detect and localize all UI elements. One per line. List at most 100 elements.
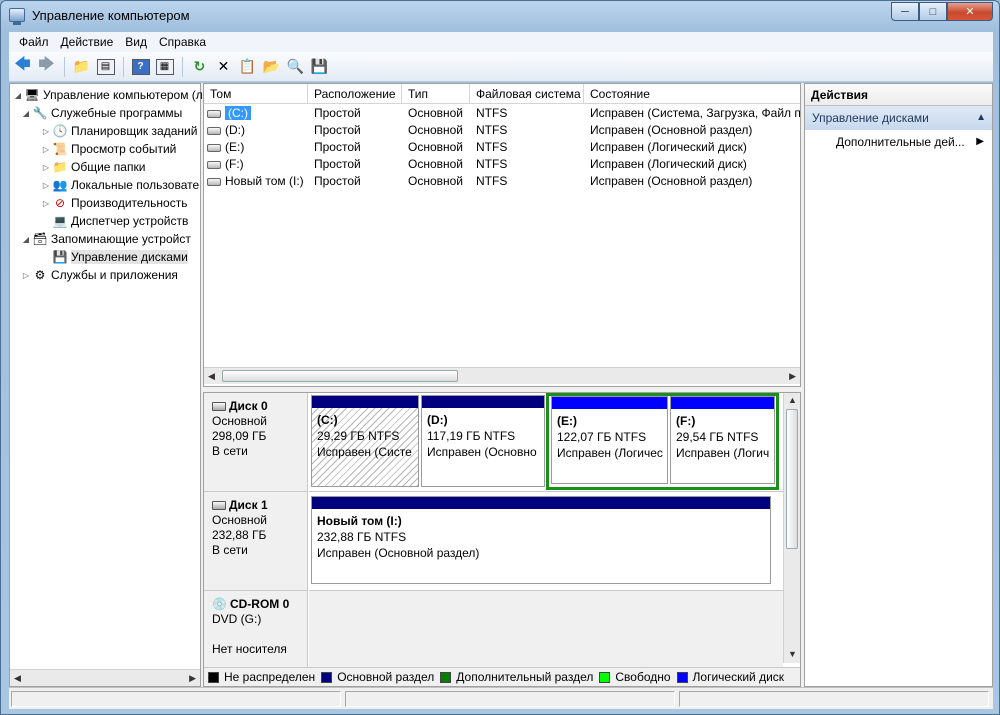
menu-view[interactable]: Вид bbox=[119, 35, 153, 49]
scroll-down-icon[interactable]: ▼ bbox=[788, 649, 797, 659]
collapse-icon[interactable]: ◢ bbox=[12, 91, 24, 100]
forward-button[interactable]: 🡆 bbox=[35, 55, 58, 78]
refresh-button[interactable]: ↻ bbox=[188, 55, 211, 78]
table-row[interactable]: Новый том (I:) Простой Основной NTFS Исп… bbox=[204, 173, 800, 190]
actions-section-disk-management[interactable]: Управление дисками ▲ bbox=[805, 106, 992, 130]
tree-item-shared-folders[interactable]: ▷ 📁 Общие папки bbox=[40, 158, 146, 176]
partition-status: Исправен (Логичес bbox=[557, 446, 663, 460]
partition-bar bbox=[312, 497, 770, 509]
table-row[interactable]: (F:) Простой Основной NTFS Исправен (Лог… bbox=[204, 156, 800, 173]
scroll-left-icon[interactable]: ◀ bbox=[208, 371, 215, 382]
volume-icon bbox=[207, 127, 221, 135]
expand-icon[interactable]: ▷ bbox=[40, 127, 52, 136]
tree-item-disk-management[interactable]: 💾 Управление дисками bbox=[52, 248, 188, 266]
collapse-icon[interactable]: ◢ bbox=[20, 109, 32, 118]
collapse-icon[interactable]: ▲ bbox=[976, 106, 986, 130]
expand-icon[interactable]: ▷ bbox=[20, 271, 32, 280]
menu-action[interactable]: Действие bbox=[55, 35, 120, 49]
actions-section-label: Управление дисками bbox=[812, 111, 929, 125]
legend-label: Основной раздел bbox=[337, 670, 435, 684]
tree-item-system-tools[interactable]: ◢ 🔧 Служебные программы bbox=[20, 104, 182, 122]
scroll-thumb[interactable] bbox=[222, 370, 458, 382]
help-button[interactable]: ? bbox=[129, 55, 152, 78]
show-action-pane-button[interactable]: ▦ bbox=[153, 55, 176, 78]
column-header-filesystem[interactable]: Файловая система bbox=[470, 84, 584, 104]
legend-unallocated: Не распределен bbox=[208, 670, 315, 684]
table-row[interactable]: (E:) Простой Основной NTFS Исправен (Лог… bbox=[204, 139, 800, 156]
tree-item-device-manager[interactable]: 💻 Диспетчер устройств bbox=[52, 212, 189, 230]
toolbar-separator bbox=[182, 56, 183, 77]
toolbar: 🡄 🡆 📁 ▤ ? ▦ ↻ ✕ 📋 📂 🔍 💾 bbox=[9, 52, 993, 82]
volume-name: (D:) bbox=[225, 123, 245, 137]
tree-item-local-users[interactable]: ▷ 👥 Локальные пользовате bbox=[40, 176, 199, 194]
open-button[interactable]: 📂 bbox=[260, 55, 283, 78]
actions-pane: Действия Управление дисками ▲ Дополнител… bbox=[804, 83, 993, 687]
disk-0-info[interactable]: Диск 0 Основной 298,09 ГБ В сети bbox=[204, 393, 308, 492]
volume-icon bbox=[207, 161, 221, 169]
tree-horizontal-scrollbar[interactable]: ◀ ▶ bbox=[10, 669, 200, 686]
scroll-thumb[interactable] bbox=[786, 409, 798, 549]
partition-e[interactable]: (E:) 122,07 ГБ NTFS Исправен (Логичес bbox=[551, 396, 668, 484]
expand-icon[interactable]: ▷ bbox=[40, 145, 52, 154]
table-row[interactable]: (D:) Простой Основной NTFS Исправен (Осн… bbox=[204, 122, 800, 139]
minimize-button[interactable]: ─ bbox=[891, 2, 919, 21]
cdrom-0-info[interactable]: 💿 CD-ROM 0 DVD (G:) Нет носителя bbox=[204, 591, 308, 667]
disk-state: В сети bbox=[212, 543, 248, 557]
partition-i[interactable]: Новый том (I:) 232,88 ГБ NTFS Исправен (… bbox=[311, 496, 771, 584]
partition-f[interactable]: (F:) 29,54 ГБ NTFS Исправен (Логич bbox=[670, 396, 775, 484]
column-header-status[interactable]: Состояние bbox=[584, 84, 800, 104]
refresh-icon: ↻ bbox=[193, 58, 206, 74]
partition-d[interactable]: (D:) 117,19 ГБ NTFS Исправен (Основно bbox=[421, 395, 545, 487]
menu-help[interactable]: Справка bbox=[153, 35, 212, 49]
scroll-right-icon[interactable]: ▶ bbox=[789, 371, 796, 382]
close-button[interactable]: ✕ bbox=[947, 2, 993, 21]
disk-view-vertical-scrollbar[interactable]: ▲ ▼ bbox=[783, 393, 800, 663]
more-actions-item[interactable]: Дополнительные дей... ▶ bbox=[805, 130, 992, 154]
up-button[interactable]: 📁 bbox=[70, 55, 93, 78]
tree-item-computer-management[interactable]: ◢ 🖥 Управление компьютером (л bbox=[12, 86, 203, 104]
disk-1-info[interactable]: Диск 1 Основной 232,88 ГБ В сети bbox=[204, 492, 308, 591]
maximize-button[interactable]: □ bbox=[919, 2, 947, 21]
menu-bar: Файл Действие Вид Справка bbox=[9, 32, 993, 52]
layout-cell: Простой bbox=[314, 157, 361, 171]
expand-icon[interactable]: ▷ bbox=[40, 163, 52, 172]
volume-name: Новый том (I:) bbox=[225, 174, 304, 188]
table-row[interactable]: (C:) Простой Основной NTFS Исправен (Сис… bbox=[204, 105, 800, 122]
tree-item-storage[interactable]: ◢ 🗃 Запоминающие устройст bbox=[20, 230, 191, 248]
volume-list-horizontal-scrollbar[interactable]: ◀ ▶ bbox=[204, 367, 800, 384]
scroll-right-icon[interactable]: ▶ bbox=[189, 673, 196, 684]
column-header-type[interactable]: Тип bbox=[402, 84, 470, 104]
tree-item-performance[interactable]: ▷ ⊘ Производительность bbox=[40, 194, 188, 212]
rescan-button[interactable]: 💾 bbox=[308, 55, 331, 78]
column-header-volume[interactable]: Том bbox=[204, 84, 308, 104]
actions-title: Действия bbox=[805, 84, 992, 106]
column-header-layout[interactable]: Расположение bbox=[308, 84, 402, 104]
partition-c[interactable]: (C:) 29,29 ГБ NTFS Исправен (Систе bbox=[311, 395, 419, 487]
tree-label: Локальные пользовате bbox=[71, 178, 200, 192]
tree-label: Управление дисками bbox=[71, 250, 188, 264]
scroll-up-icon[interactable]: ▲ bbox=[788, 395, 797, 405]
partition-title: (C:) bbox=[317, 413, 338, 427]
back-button[interactable]: 🡄 bbox=[11, 55, 34, 78]
legend-extended: Дополнительный раздел bbox=[440, 670, 593, 684]
tree-label: Производительность bbox=[71, 196, 188, 210]
title-bar[interactable]: Управление компьютером ─ □ ✕ bbox=[1, 1, 999, 31]
collapse-icon[interactable]: ◢ bbox=[20, 235, 32, 244]
find-button[interactable]: 🔍 bbox=[284, 55, 307, 78]
disk-management-icon: 💾 bbox=[52, 250, 68, 264]
status-panel bbox=[11, 691, 341, 707]
tree-item-services[interactable]: ▷ ⚙ Службы и приложения bbox=[20, 266, 178, 284]
tree-item-task-scheduler[interactable]: ▷ 🕓 Планировщик заданий bbox=[40, 122, 197, 140]
expand-icon[interactable]: ▷ bbox=[40, 199, 52, 208]
properties-button[interactable]: 📋 bbox=[236, 55, 259, 78]
storage-icon: 🗃 bbox=[32, 232, 48, 246]
menu-file[interactable]: Файл bbox=[13, 35, 55, 49]
tree-label: Запоминающие устройст bbox=[51, 232, 191, 246]
up-folder-icon: 📁 bbox=[72, 58, 91, 74]
scroll-left-icon[interactable]: ◀ bbox=[14, 673, 21, 684]
legend-swatch bbox=[321, 671, 333, 683]
tree-item-event-viewer[interactable]: ▷ 📜 Просмотр событий bbox=[40, 140, 176, 158]
show-hide-tree-button[interactable]: ▤ bbox=[94, 55, 117, 78]
expand-icon[interactable]: ▷ bbox=[40, 181, 52, 190]
delete-button[interactable]: ✕ bbox=[212, 55, 235, 78]
